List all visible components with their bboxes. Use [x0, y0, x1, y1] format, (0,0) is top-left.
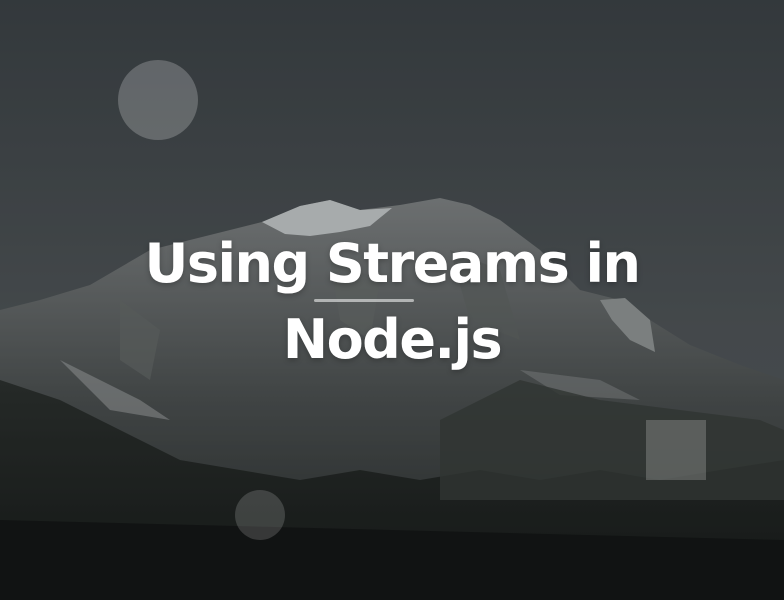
title-line-1: Using Streams in — [144, 232, 641, 295]
hero-banner: Using Streams in Node.js — [0, 0, 784, 600]
title-line-2: Node.js — [282, 308, 503, 371]
article-title: Using Streams in Node.js — [92, 226, 692, 378]
decorative-circle-large — [118, 60, 198, 140]
decorative-square — [646, 420, 706, 480]
title-underline-accent — [314, 299, 414, 302]
decorative-circle-small — [235, 490, 285, 540]
